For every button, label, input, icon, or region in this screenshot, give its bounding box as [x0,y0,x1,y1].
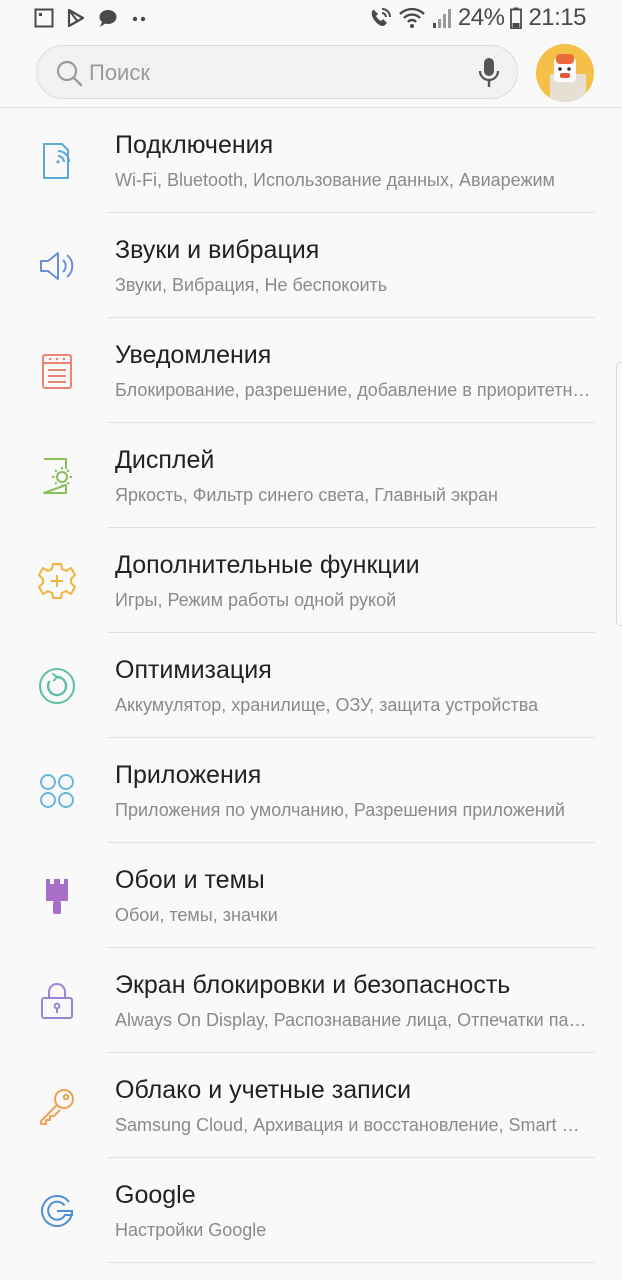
optimization-icon [39,668,75,704]
item-title: Облако и учетные записи [115,1076,412,1104]
settings-item-wallpapers[interactable]: Обои и темы Обои, темы, значки [0,843,622,948]
item-title: Экран блокировки и безопасность [115,971,511,999]
sound-icon [40,252,74,280]
item-title: Google [115,1181,196,1209]
battery-icon [510,7,523,29]
avatar-image [550,54,586,102]
item-title: Уведомления [115,341,272,369]
item-subtitle: Аккумулятор, хранилище, ОЗУ, защита устр… [115,695,539,715]
settings-item-display[interactable]: Дисплей Яркость, Фильтр синего света, Гл… [0,423,622,528]
lock-icon [41,983,73,1019]
settings-item-optimization[interactable]: Оптимизация Аккумулятор, хранилище, ОЗУ,… [0,633,622,738]
apps-icon [40,774,74,808]
item-subtitle: Обои, темы, значки [115,905,278,925]
settings-item-lockscreen[interactable]: Экран блокировки и безопасность Always O… [0,948,622,1053]
settings-item-sounds[interactable]: Звуки и вибрация Звуки, Вибрация, Не бес… [0,213,622,318]
messages-icon [99,10,117,27]
item-subtitle: Приложения по умолчанию, Разрешения прил… [115,800,565,820]
advanced-features-icon [38,563,76,599]
wifi-icon [399,7,425,28]
item-subtitle: Samsung Cloud, Архивация и восстановлени… [115,1115,591,1135]
item-title: Оптимизация [115,656,272,684]
notifications-icon [42,354,72,389]
profile-avatar[interactable] [536,44,594,102]
item-title: Подключения [115,131,274,159]
wallpaper-icon [46,879,68,914]
settings-list: Подключения Wi-Fi, Bluetooth, Использова… [0,108,622,1263]
play-store-icon [67,8,85,28]
item-title: Дисплей [115,446,215,474]
signal-icon [432,9,451,28]
clock: 21:15 [528,4,586,31]
connections-icon [43,143,70,179]
item-subtitle: Блокирование, разрешение, добавление в п… [115,380,591,400]
item-title: Приложения [115,761,262,789]
microphone-icon[interactable] [477,57,501,89]
settings-item-connections[interactable]: Подключения Wi-Fi, Bluetooth, Использова… [0,108,622,213]
item-subtitle: Яркость, Фильтр синего света, Главный эк… [115,485,498,505]
item-title: Дополнительные функции [115,551,420,579]
wifi-call-icon [371,8,391,26]
settings-item-google[interactable]: Google Настройки Google [0,1158,622,1263]
item-subtitle: Звуки, Вибрация, Не беспокоить [115,275,388,295]
item-title: Обои и темы [115,866,265,894]
item-subtitle: Настройки Google [115,1220,267,1240]
search-input[interactable]: Поиск [89,60,150,86]
search-icon [56,60,83,87]
more-dots-icon [132,16,146,22]
notification-square-icon [34,8,54,28]
battery-percent: 24% [457,4,505,31]
item-subtitle: Wi-Fi, Bluetooth, Использование данных, … [115,170,555,190]
scroll-indicator[interactable] [616,362,622,626]
status-bar: 24% 21:15 [0,0,622,38]
settings-item-advanced-features[interactable]: Дополнительные функции Игры, Режим работ… [0,528,622,633]
settings-item-notifications[interactable]: Уведомления Блокирование, разрешение, до… [0,318,622,423]
item-subtitle: Always On Display, Распознавание лица, О… [115,1010,591,1030]
item-subtitle: Игры, Режим работы одной рукой [115,590,397,610]
settings-item-cloud-accounts[interactable]: Облако и учетные записи Samsung Cloud, А… [0,1053,622,1158]
google-icon [41,1195,74,1227]
settings-screen: 24% 21:15 Поиск Подключения Wi-Fi, Bluet… [0,0,622,1280]
settings-item-apps[interactable]: Приложения Приложения по умолчанию, Разр… [0,738,622,843]
display-icon [43,458,72,494]
divider [107,1262,595,1263]
item-title: Звуки и вибрация [115,236,320,264]
search-bar[interactable]: Поиск [36,45,518,99]
key-icon [40,1089,74,1125]
